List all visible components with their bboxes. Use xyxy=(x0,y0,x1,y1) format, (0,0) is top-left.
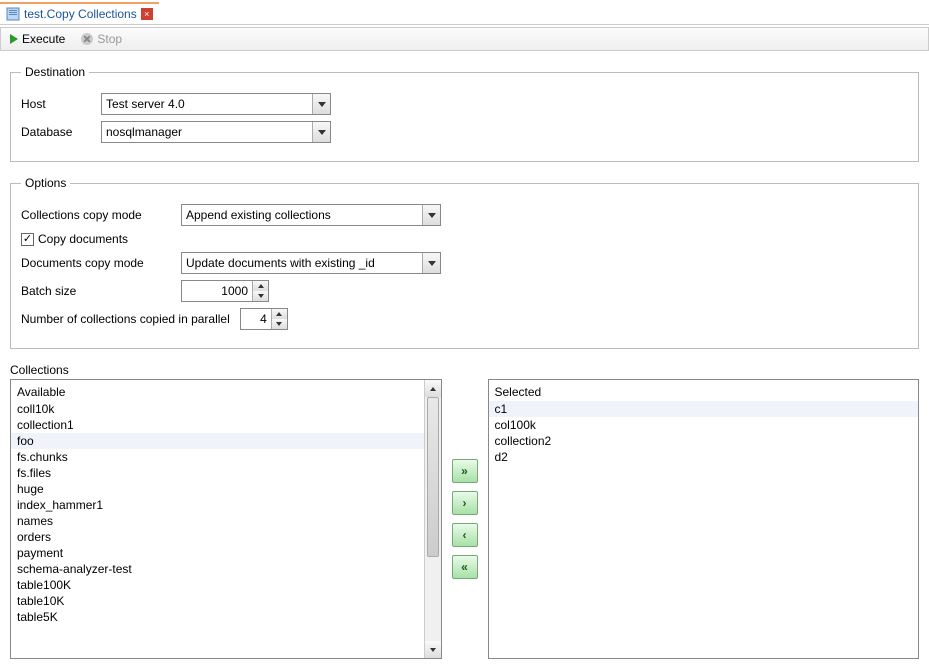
spin-down-icon[interactable] xyxy=(253,291,268,301)
list-item[interactable]: col100k xyxy=(489,417,919,433)
host-combo[interactable] xyxy=(101,93,331,115)
options-legend: Options xyxy=(21,176,70,190)
documents-copy-mode-input[interactable] xyxy=(182,253,422,273)
host-label: Host xyxy=(21,97,101,111)
database-combo[interactable] xyxy=(101,121,331,143)
host-input[interactable] xyxy=(102,94,312,114)
chevron-down-icon[interactable] xyxy=(312,94,330,114)
list-item[interactable]: coll10k xyxy=(11,401,424,417)
destination-legend: Destination xyxy=(21,65,89,79)
spin-down-icon[interactable] xyxy=(272,319,287,329)
scroll-up-icon[interactable] xyxy=(425,380,441,397)
chevron-right-icon: › xyxy=(463,497,467,509)
list-item[interactable]: collection1 xyxy=(11,417,424,433)
collections-copy-mode-combo[interactable] xyxy=(181,204,441,226)
parallel-label: Number of collections copied in parallel xyxy=(21,312,230,326)
stop-button: Stop xyxy=(78,31,125,47)
available-header: Available xyxy=(11,383,424,401)
list-item[interactable]: d2 xyxy=(489,449,919,465)
list-item[interactable]: index_hammer1 xyxy=(11,497,424,513)
tab-copy-collections[interactable]: test.Copy Collections × xyxy=(0,2,159,24)
selected-listbox[interactable]: Selected c1col100kcollection2d2 xyxy=(488,379,920,659)
add-all-button[interactable]: » xyxy=(452,459,478,483)
chevron-down-icon[interactable] xyxy=(422,205,440,225)
remove-all-button[interactable]: « xyxy=(452,555,478,579)
list-item[interactable]: table5K xyxy=(11,609,424,625)
play-icon xyxy=(10,34,18,44)
spin-up-icon[interactable] xyxy=(253,281,268,291)
database-input[interactable] xyxy=(102,122,312,142)
available-listbox[interactable]: Available coll10kcollection1foofs.chunks… xyxy=(10,379,442,659)
list-item[interactable]: foo xyxy=(11,433,424,449)
scrollbar[interactable] xyxy=(424,380,441,658)
destination-group: Destination Host Database xyxy=(10,65,919,162)
remove-one-button[interactable]: ‹ xyxy=(452,523,478,547)
list-item[interactable]: fs.chunks xyxy=(11,449,424,465)
double-chevron-left-icon: « xyxy=(461,561,468,573)
chevron-down-icon[interactable] xyxy=(312,122,330,142)
toolbar: Execute Stop xyxy=(0,27,929,51)
dual-list: Available coll10kcollection1foofs.chunks… xyxy=(10,379,919,659)
stop-label: Stop xyxy=(97,32,122,46)
list-item[interactable]: table100K xyxy=(11,577,424,593)
execute-label: Execute xyxy=(22,32,65,46)
add-one-button[interactable]: › xyxy=(452,491,478,515)
double-chevron-right-icon: » xyxy=(461,465,468,477)
list-item[interactable]: c1 xyxy=(489,401,919,417)
documents-copy-mode-label: Documents copy mode xyxy=(21,256,181,270)
documents-copy-mode-combo[interactable] xyxy=(181,252,441,274)
chevron-down-icon[interactable] xyxy=(422,253,440,273)
batch-size-input[interactable] xyxy=(182,281,252,301)
batch-size-label: Batch size xyxy=(21,284,181,298)
options-group: Options Collections copy mode ✓ Copy doc… xyxy=(10,176,919,349)
chevron-left-icon: ‹ xyxy=(463,529,467,541)
list-item[interactable]: names xyxy=(11,513,424,529)
collections-copy-mode-label: Collections copy mode xyxy=(21,208,181,222)
list-item[interactable]: collection2 xyxy=(489,433,919,449)
parallel-input[interactable] xyxy=(241,309,271,329)
list-item[interactable]: huge xyxy=(11,481,424,497)
batch-size-stepper[interactable] xyxy=(181,280,269,302)
list-item[interactable]: fs.files xyxy=(11,465,424,481)
close-icon[interactable]: × xyxy=(141,8,153,20)
spin-up-icon[interactable] xyxy=(272,309,287,319)
list-item[interactable]: table10K xyxy=(11,593,424,609)
scroll-down-icon[interactable] xyxy=(425,641,441,658)
list-item[interactable]: schema-analyzer-test xyxy=(11,561,424,577)
collections-section-label: Collections xyxy=(10,363,919,377)
copy-documents-label: Copy documents xyxy=(38,232,128,246)
list-item[interactable]: orders xyxy=(11,529,424,545)
execute-button[interactable]: Execute xyxy=(7,31,68,47)
scroll-thumb[interactable] xyxy=(427,397,439,557)
tab-title: test.Copy Collections xyxy=(24,7,137,21)
tab-bar: test.Copy Collections × xyxy=(0,0,929,25)
copy-documents-checkbox[interactable]: ✓ xyxy=(21,233,34,246)
database-label: Database xyxy=(21,125,101,139)
list-item[interactable]: payment xyxy=(11,545,424,561)
parallel-stepper[interactable] xyxy=(240,308,288,330)
document-icon xyxy=(6,7,20,21)
move-buttons: » › ‹ « xyxy=(452,379,478,659)
selected-header: Selected xyxy=(489,383,919,401)
stop-icon xyxy=(81,33,93,45)
collections-copy-mode-input[interactable] xyxy=(182,205,422,225)
